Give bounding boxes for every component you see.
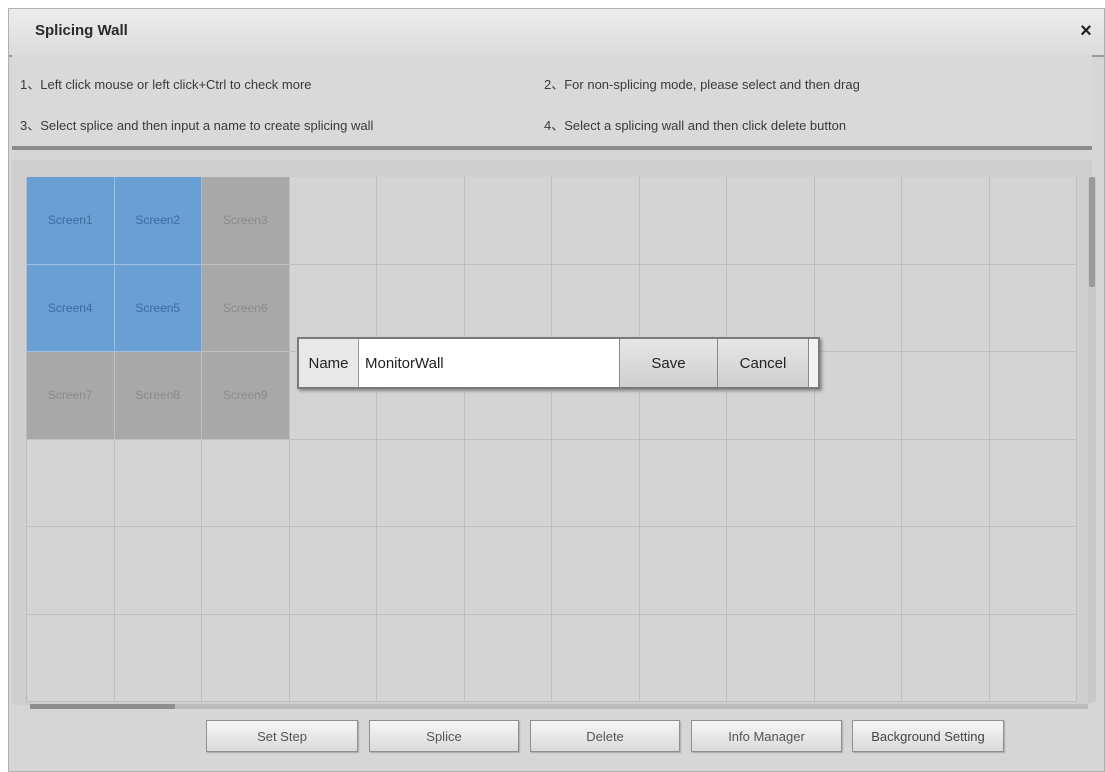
empty-grid-cell[interactable] (377, 177, 465, 265)
empty-grid-cell[interactable] (27, 614, 115, 702)
empty-grid-cell[interactable] (814, 177, 902, 265)
empty-grid-cell[interactable] (902, 614, 990, 702)
empty-grid-cell[interactable] (27, 439, 115, 527)
empty-grid-cell[interactable] (727, 614, 815, 702)
close-icon[interactable]: × (1076, 21, 1096, 41)
name-label: Name (299, 339, 359, 387)
name-popup: Name Save Cancel (297, 337, 820, 389)
save-button[interactable]: Save (619, 339, 717, 387)
empty-grid-cell[interactable] (289, 439, 377, 527)
empty-grid-cell[interactable] (552, 439, 640, 527)
empty-grid-cell[interactable] (27, 527, 115, 615)
screen-cell[interactable]: Screen5 (114, 264, 202, 352)
instruction-3: 3、Select splice and then input a name to… (20, 118, 374, 133)
empty-grid-cell[interactable] (202, 614, 290, 702)
empty-grid-cell[interactable] (464, 177, 552, 265)
empty-grid-cell[interactable] (377, 614, 465, 702)
screen-grid-viewport: Screen1 Screen2 Screen3 Screen4 Screen5 Scree… (26, 177, 1086, 702)
empty-grid-cell[interactable] (202, 439, 290, 527)
empty-grid-cell[interactable] (989, 439, 1077, 527)
empty-grid-cell[interactable] (114, 614, 202, 702)
screen-cell[interactable]: Screen3 (202, 177, 290, 265)
empty-grid-cell[interactable] (814, 614, 902, 702)
empty-grid-cell[interactable] (727, 177, 815, 265)
screen-cell[interactable]: Screen4 (27, 264, 115, 352)
empty-grid-cell[interactable] (202, 527, 290, 615)
instruction-4: 4、Select a splicing wall and then click … (544, 118, 847, 133)
screen-cell[interactable]: Screen6 (202, 264, 290, 352)
empty-grid-cell[interactable] (814, 264, 902, 352)
empty-grid-cell[interactable] (902, 264, 990, 352)
screen-cell[interactable]: Screen8 (114, 352, 202, 440)
empty-grid-cell[interactable] (989, 614, 1077, 702)
screen-cell[interactable]: Screen9 (202, 352, 290, 440)
instruction-2: 2、For non-splicing mode, please select a… (544, 77, 860, 92)
info-manager-button[interactable]: Info Manager (691, 720, 842, 752)
vertical-scrollbar-thumb[interactable] (1089, 177, 1095, 287)
dialog-title: Splicing Wall (35, 22, 128, 39)
empty-grid-cell[interactable] (814, 439, 902, 527)
empty-grid-cell[interactable] (552, 614, 640, 702)
empty-grid-cell[interactable] (902, 527, 990, 615)
horizontal-scrollbar[interactable] (30, 704, 1088, 709)
empty-grid-cell[interactable] (989, 352, 1077, 440)
empty-grid-cell[interactable] (989, 527, 1077, 615)
empty-grid-cell[interactable] (377, 439, 465, 527)
empty-grid-cell[interactable] (289, 177, 377, 265)
empty-grid-cell[interactable] (377, 527, 465, 615)
splice-button[interactable]: Splice (369, 720, 519, 752)
empty-grid-cell[interactable] (639, 439, 727, 527)
screen-cell[interactable]: Screen2 (114, 177, 202, 265)
empty-grid-cell[interactable] (639, 177, 727, 265)
empty-grid-cell[interactable] (902, 439, 990, 527)
delete-button[interactable]: Delete (530, 720, 680, 752)
screen-cell[interactable]: Screen1 (27, 177, 115, 265)
empty-grid-cell[interactable] (814, 352, 902, 440)
empty-grid-cell[interactable] (289, 527, 377, 615)
cancel-button[interactable]: Cancel (717, 339, 809, 387)
empty-grid-cell[interactable] (552, 177, 640, 265)
empty-grid-cell[interactable] (902, 177, 990, 265)
empty-grid-cell[interactable] (727, 527, 815, 615)
instruction-1: 1、Left click mouse or left click+Ctrl to… (20, 77, 312, 92)
empty-grid-cell[interactable] (464, 527, 552, 615)
empty-grid-cell[interactable] (289, 614, 377, 702)
vertical-scrollbar[interactable] (1088, 177, 1096, 702)
empty-grid-cell[interactable] (114, 439, 202, 527)
instructions-panel: 1、Left click mouse or left click+Ctrl to… (12, 54, 1092, 150)
screen-grid: Screen1 Screen2 Screen3 Screen4 Screen5 Scree… (27, 177, 1077, 702)
wall-name-input[interactable] (359, 339, 619, 387)
empty-grid-cell[interactable] (114, 527, 202, 615)
empty-grid-cell[interactable] (814, 527, 902, 615)
title-bar: Splicing Wall × (9, 9, 1104, 57)
empty-grid-cell[interactable] (989, 177, 1077, 265)
empty-grid-cell[interactable] (902, 352, 990, 440)
empty-grid-cell[interactable] (464, 614, 552, 702)
empty-grid-cell[interactable] (464, 439, 552, 527)
screen-cell[interactable]: Screen7 (27, 352, 115, 440)
empty-grid-cell[interactable] (552, 527, 640, 615)
horizontal-scrollbar-thumb[interactable] (30, 704, 175, 709)
empty-grid-cell[interactable] (639, 614, 727, 702)
background-setting-button[interactable]: Background Setting (852, 720, 1004, 752)
empty-grid-cell[interactable] (989, 264, 1077, 352)
set-step-button[interactable]: Set Step (206, 720, 358, 752)
empty-grid-cell[interactable] (639, 527, 727, 615)
bottom-toolbar: Set Step Splice Delete Info Manager Back… (0, 712, 1105, 762)
empty-grid-cell[interactable] (727, 439, 815, 527)
